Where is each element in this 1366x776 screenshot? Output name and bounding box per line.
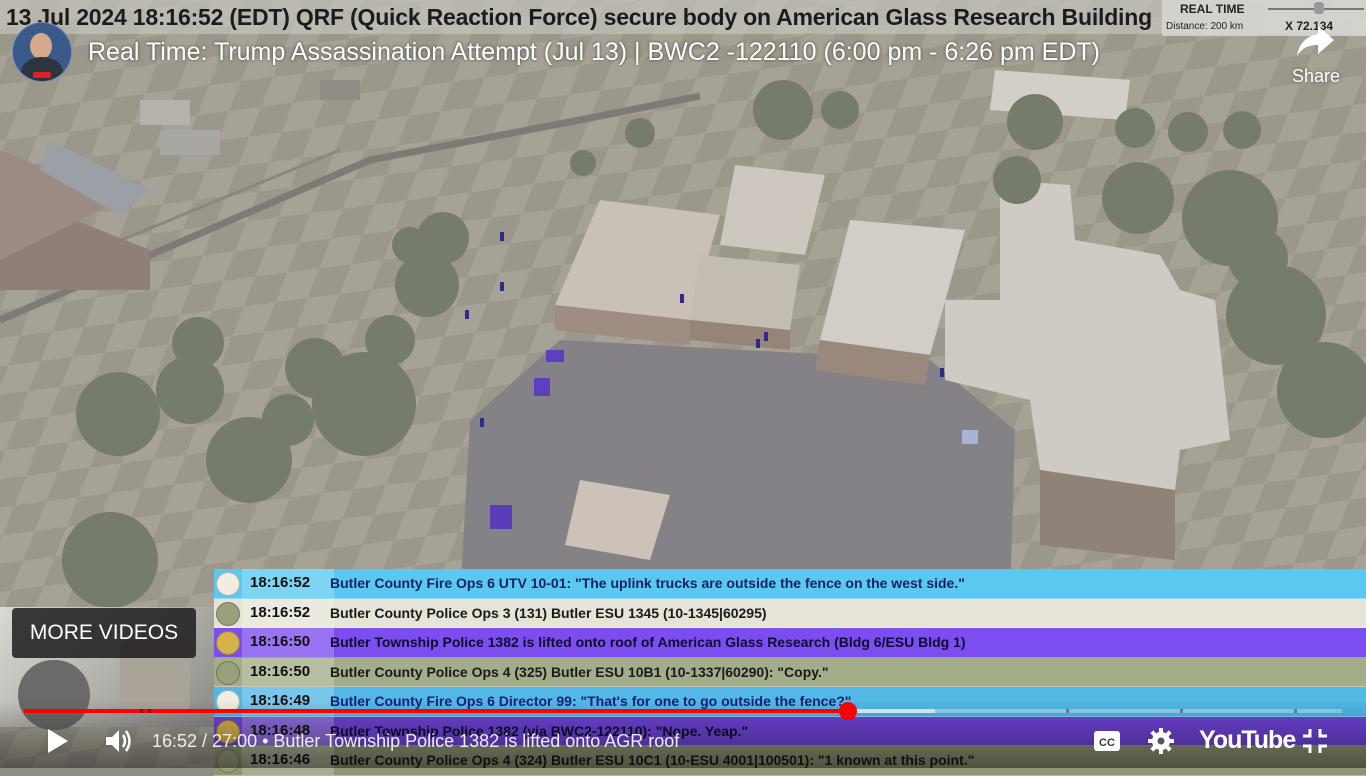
log-message: Butler County Fire Ops 6 UTV 10-01: "The… <box>330 575 965 591</box>
log-row: 18:16:50 Butler Township Police 1382 is l… <box>214 628 1366 658</box>
avatar-badge <box>33 72 51 78</box>
chapter-marker <box>1066 709 1069 713</box>
police-seal-icon <box>216 601 240 626</box>
volume-button[interactable] <box>104 727 134 760</box>
log-message: Butler County Police Ops 3 (131) Butler … <box>330 604 767 621</box>
avatar-body <box>21 57 63 81</box>
fire-seal-icon <box>216 572 240 596</box>
share-button[interactable]: Share <box>1284 20 1348 90</box>
volume-icon <box>106 730 131 752</box>
chapter-marker <box>140 709 143 713</box>
log-message: Butler County Police Ops 4 (325) Butler … <box>330 663 829 680</box>
realtime-label: REAL TIME <box>1180 2 1245 16</box>
captions-button[interactable]: CC <box>1093 729 1121 758</box>
channel-avatar[interactable] <box>12 22 72 82</box>
share-label: Share <box>1291 66 1341 86</box>
gear-icon <box>1148 728 1174 754</box>
share-icon <box>1297 26 1334 56</box>
chapter-marker <box>148 709 151 713</box>
distance-readout: Distance: 200 km <box>1166 21 1244 32</box>
log-timestamp: 18:16:50 <box>242 628 334 657</box>
play-button[interactable] <box>46 728 70 759</box>
play-icon <box>48 729 68 753</box>
police-seal-icon <box>216 660 240 685</box>
chapter-marker <box>1294 709 1297 713</box>
scrubber-handle[interactable] <box>838 702 857 720</box>
video-title[interactable]: Real Time: Trump Assassination Attempt (… <box>88 38 1100 67</box>
log-timestamp: 18:16:52 <box>242 569 334 598</box>
avatar-face <box>30 33 52 59</box>
township-badge-icon <box>216 631 240 655</box>
more-videos-button[interactable]: MORE VIDEOS <box>12 608 196 658</box>
exit-fullscreen-button[interactable] <box>1302 728 1328 759</box>
log-row: 18:16:52 Butler County Fire Ops 6 UTV 10-… <box>214 569 1366 599</box>
exit-fullscreen-icon <box>1303 729 1327 753</box>
youtube-logo[interactable]: YouTube <box>1199 726 1296 755</box>
event-banner-text: 13 Jul 2024 18:16:52 (EDT) QRF (Quick Re… <box>6 4 1152 30</box>
log-timestamp: 18:16:50 <box>242 657 334 686</box>
settings-button[interactable] <box>1147 727 1175 760</box>
log-message: Butler Township Police 1382 is lifted on… <box>330 634 966 650</box>
log-timestamp: 18:16:52 <box>242 598 334 627</box>
time-readout: 16:52 / 27:00 • Butler Township Police 1… <box>152 731 679 752</box>
svg-text:CC: CC <box>1099 737 1115 749</box>
distance-slider-knob <box>1314 2 1324 14</box>
log-row: 18:16:52 Butler County Police Ops 3 (131)… <box>214 598 1366 628</box>
chapter-marker <box>1180 709 1183 713</box>
time-display: 16:52 / 27:00 <box>152 731 258 751</box>
chapter-title[interactable]: • Butler Township Police 1382 is lifted … <box>257 731 679 751</box>
captions-icon: CC <box>1094 731 1120 751</box>
log-row: 18:16:50 Butler County Police Ops 4 (325)… <box>214 657 1366 687</box>
